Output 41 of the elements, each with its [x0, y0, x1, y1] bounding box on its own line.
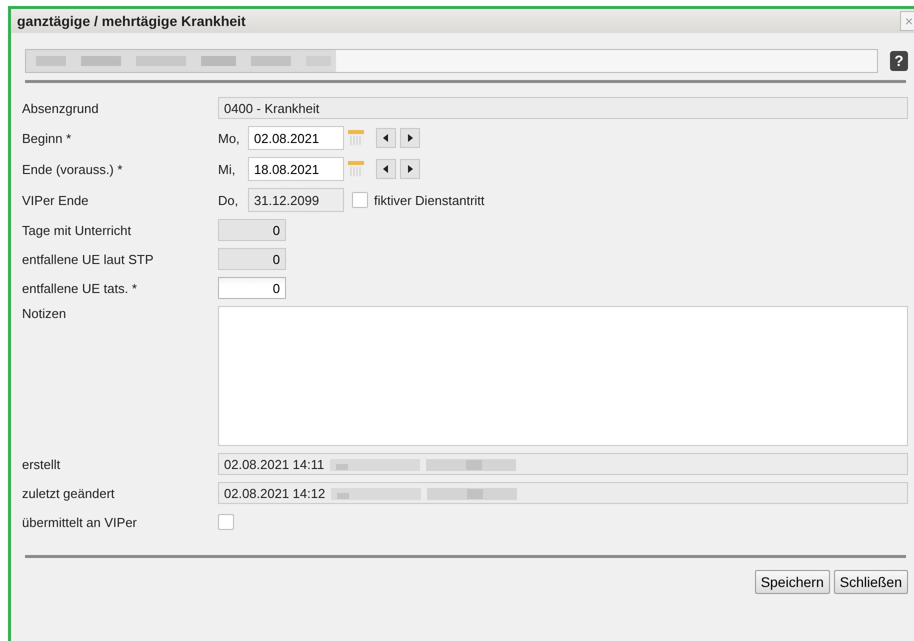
field-label: Tage mit Unterricht [22, 222, 132, 238]
reason-field: 0400 - Krankheit [218, 97, 908, 119]
weekday-text: Do, [218, 192, 240, 208]
dialog-button[interactable]: Speichern [754, 570, 830, 594]
help-button[interactable]: ? [890, 51, 908, 71]
field-label: Ende (vorauss.) * [22, 162, 124, 176]
notes-field[interactable] [218, 306, 908, 446]
calendar-icon[interactable] [346, 159, 366, 179]
weekday-text: Mo, [218, 130, 241, 146]
previous-button[interactable] [376, 128, 396, 148]
checkbox-label: fiktiver Dienstantritt [374, 192, 485, 208]
weekday-text: Mi, [218, 162, 236, 176]
timestamp-text: 02.08.2021 14:12 [224, 486, 326, 500]
previous-button[interactable] [376, 159, 396, 179]
date-field[interactable]: 02.08.2021 [248, 126, 344, 150]
number-field[interactable]: 0 [218, 248, 286, 270]
field-label: Absenzgrund [22, 100, 100, 116]
right-triangle-icon [407, 165, 413, 173]
next-button[interactable] [400, 128, 420, 148]
left-triangle-icon [383, 134, 389, 142]
field-label: Notizen [22, 306, 68, 321]
field-label: Beginn * [22, 130, 72, 146]
calendar-icon[interactable] [346, 128, 366, 148]
field-label: entfallene UE tats. * [22, 280, 138, 296]
checkbox[interactable] [352, 192, 368, 208]
field-label: zuletzt geändert [22, 486, 116, 500]
number-field[interactable]: 0 [218, 219, 286, 241]
right-triangle-icon [407, 134, 413, 142]
date-field[interactable]: 18.08.2021 [248, 157, 344, 181]
field-label: VIPer Ende [22, 192, 90, 208]
field-label: erstellt [22, 456, 62, 472]
timestamp-text: 02.08.2021 14:11 [224, 456, 324, 472]
dialog-button[interactable]: Schließen [834, 570, 908, 594]
left-triangle-icon [383, 165, 389, 173]
checkbox[interactable] [218, 514, 234, 530]
window-title: ganztägige / mehrtägige Krankheit [17, 13, 246, 29]
number-field[interactable]: 0 [218, 277, 286, 299]
field-label: entfallene UE laut STP [22, 252, 155, 266]
field-label: übermittelt an VIPer [22, 514, 138, 530]
date-field: 31.12.2099 [248, 188, 344, 212]
next-button[interactable] [400, 159, 420, 179]
